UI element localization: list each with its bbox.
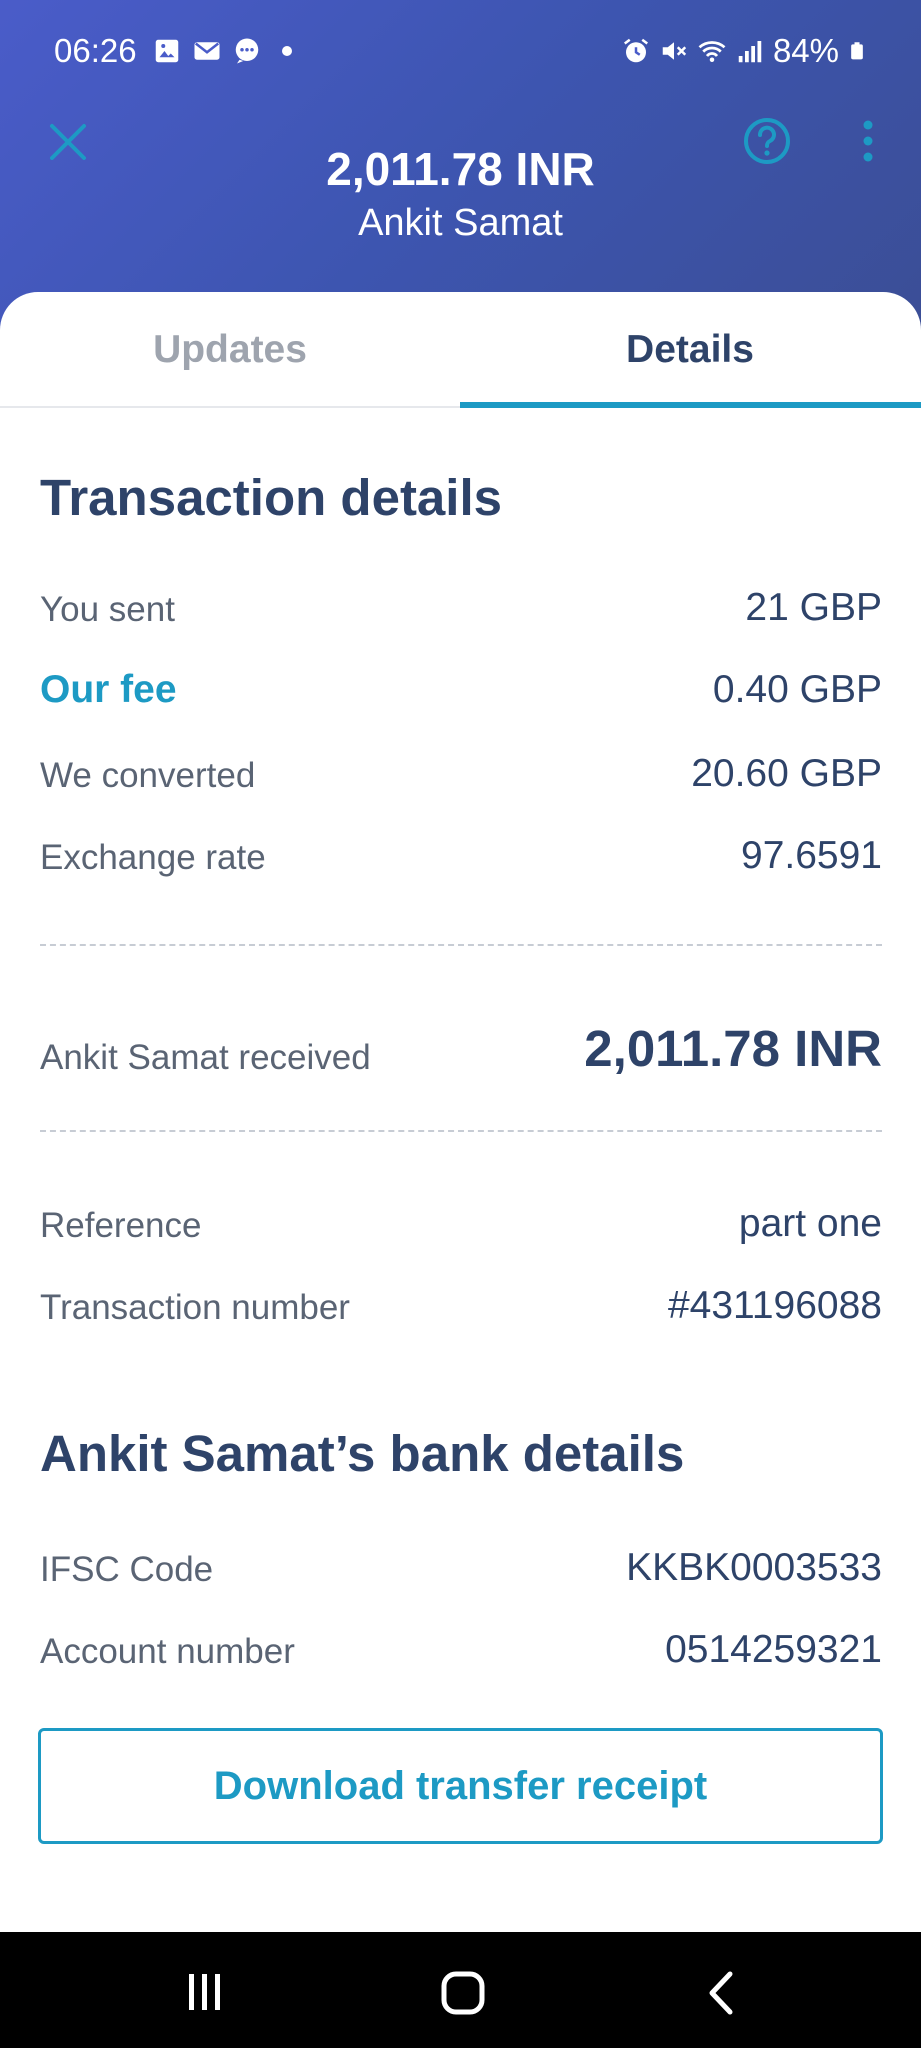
row-value: #431196088 <box>667 1284 882 1327</box>
battery-percent: 84% <box>772 32 839 69</box>
row-label: Ankit Samat received <box>40 1038 371 1077</box>
status-time: 06:26 <box>54 32 137 69</box>
received-amount: 2,011.78 INR <box>584 1020 882 1077</box>
row-value: 0.40 GBP <box>712 668 882 711</box>
divider <box>40 1130 882 1132</box>
row-value: part one <box>738 1202 882 1245</box>
row-you-sent: You sent 21 GBP <box>40 576 882 636</box>
row-label: IFSC Code <box>40 1550 214 1589</box>
row-received: Ankit Samat received 2,011.78 INR <box>40 1008 882 1084</box>
bank-details-title: Ankit Samat’s bank details <box>40 1425 685 1482</box>
row-exchange-rate: Exchange rate 97.6591 <box>40 824 882 884</box>
wifi-icon <box>698 41 726 62</box>
row-value: 0514259321 <box>665 1628 882 1671</box>
row-ifsc-code: IFSC Code KKBK0003533 <box>40 1536 882 1596</box>
status-bar: 06:26 84% <box>0 0 921 104</box>
row-account-number: Account number 0514259321 <box>40 1618 882 1678</box>
back-icon[interactable] <box>706 1970 736 2016</box>
dot-icon <box>282 46 292 56</box>
row-transaction-number: Transaction number #431196088 <box>40 1274 882 1334</box>
recent-apps-icon[interactable] <box>183 1970 227 2014</box>
battery-icon <box>851 42 863 60</box>
our-fee-link[interactable]: Our fee <box>40 668 177 712</box>
active-tab-indicator <box>460 402 921 408</box>
row-our-fee[interactable]: Our fee 0.40 GBP <box>40 658 882 718</box>
row-label: Transaction number <box>40 1288 350 1327</box>
header-recipient: Ankit Samat <box>358 202 563 244</box>
mail-icon <box>194 42 220 60</box>
home-icon[interactable] <box>440 1970 486 2016</box>
details-sheet: Updates Details <box>0 292 921 1932</box>
row-label: We converted <box>40 756 256 795</box>
row-we-converted: We converted 20.60 GBP <box>40 742 882 802</box>
row-value: KKBK0003533 <box>626 1546 882 1589</box>
image-icon <box>155 39 179 63</box>
header: 06:26 84% 2,011.78 INR Ankit Samat <box>0 0 921 330</box>
tab-bar: Updates Details <box>0 292 921 408</box>
row-label: You sent <box>40 590 175 629</box>
alarm-icon <box>623 38 648 63</box>
mute-icon <box>662 42 687 60</box>
transaction-details-title: Transaction details <box>40 469 502 526</box>
tab-updates[interactable]: Updates <box>0 328 460 372</box>
chat-icon <box>235 38 259 64</box>
row-value: 20.60 GBP <box>691 752 882 795</box>
system-nav-bar <box>0 1932 921 2048</box>
row-value: 97.6591 <box>741 834 882 877</box>
download-receipt-button[interactable]: Download transfer receipt <box>38 1728 883 1844</box>
row-value: 21 GBP <box>745 586 882 629</box>
row-label: Reference <box>40 1206 202 1245</box>
row-reference: Reference part one <box>40 1192 882 1252</box>
row-label: Account number <box>40 1632 295 1671</box>
row-label: Exchange rate <box>40 838 266 877</box>
tab-details[interactable]: Details <box>460 328 920 372</box>
divider <box>40 944 882 946</box>
header-amount: 2,011.78 INR <box>326 143 595 195</box>
signal-icon <box>738 41 762 63</box>
